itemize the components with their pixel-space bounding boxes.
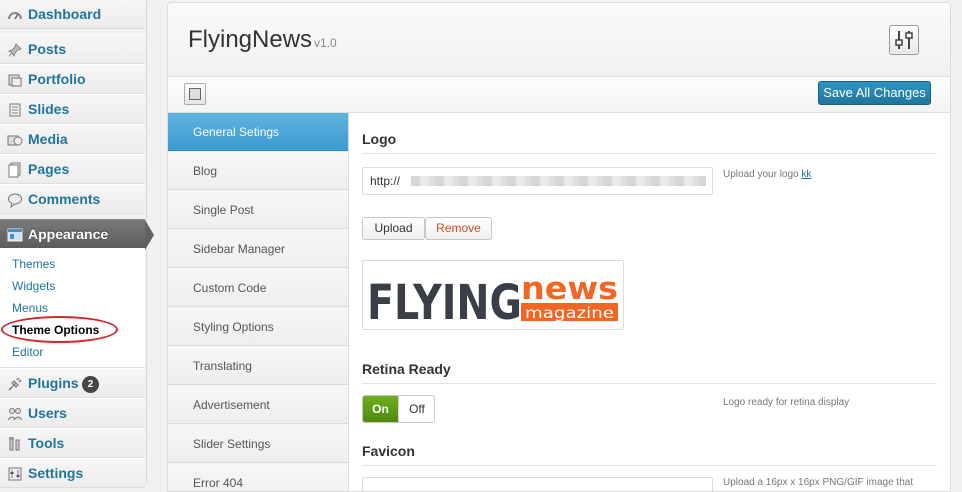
options-tab-label: Translating (193, 359, 252, 373)
menu-label: Comments (28, 191, 101, 207)
options-tab-translating[interactable]: Translating (168, 347, 348, 385)
section-title-favicon: Favicon (362, 443, 415, 459)
section-divider (362, 465, 937, 466)
retina-help-text: Logo ready for retina display (723, 397, 850, 408)
menu-item-dashboard[interactable]: Dashboard (0, 0, 145, 29)
options-tab-custom-code[interactable]: Custom Code (168, 269, 348, 307)
submenu-item-editor[interactable]: Editor (12, 345, 43, 359)
menu-item-media[interactable]: Media (0, 124, 145, 154)
menu-item-comments[interactable]: Comments (0, 184, 145, 214)
menu-label: Dashboard (28, 6, 102, 22)
pushpin-icon (8, 43, 22, 57)
toggle-on[interactable]: On (363, 396, 398, 422)
highlight-circle (1, 316, 118, 343)
menu-item-slides[interactable]: Slides (0, 94, 145, 124)
options-tab-single-post[interactable]: Single Post (168, 191, 348, 229)
menu-item-portfolio[interactable]: Portfolio (0, 64, 145, 94)
tools-icon (9, 437, 20, 451)
logo-word-magazine: magazine (525, 304, 614, 322)
options-tab-styling[interactable]: Styling Options (168, 308, 348, 346)
version-label: v1.0 (314, 36, 337, 50)
logo-word-news: news (521, 271, 618, 307)
window-icon (189, 88, 201, 100)
collapse-toggle-button[interactable] (184, 83, 206, 105)
admin-sidebar: Dashboard Posts Portfolio Slides Media P… (0, 0, 154, 488)
options-tab-label: Single Post (193, 203, 254, 217)
options-tab-label: Error 404 (193, 476, 244, 490)
update-count-badge: 2 (82, 376, 99, 393)
menu-label: Appearance (28, 226, 109, 242)
menu-label: Pages (28, 161, 70, 177)
slides-icon (9, 103, 21, 117)
theme-options-panel: FlyingNews v1.0 Save All Changes General… (167, 2, 951, 492)
options-tab-label: Advertisement (193, 398, 270, 412)
favicon-url-input[interactable] (362, 477, 713, 491)
menu-item-pages[interactable]: Pages (0, 154, 145, 184)
media-icon (7, 135, 23, 146)
options-tab-error-404[interactable]: Error 404 (168, 464, 348, 491)
appearance-submenu: Themes Widgets Menus Theme Options Edito… (0, 248, 145, 368)
options-tab-label: Slider Settings (193, 437, 271, 451)
upload-button[interactable]: Upload (362, 217, 425, 240)
page-title: FlyingNews (188, 26, 313, 53)
section-divider (362, 153, 937, 154)
logo-preview-image: FLYING news magazine (362, 260, 624, 331)
menu-label: Tools (28, 435, 65, 451)
logo-help-link[interactable]: kk (801, 169, 811, 180)
options-tab-general[interactable]: General Setings (168, 113, 348, 151)
menu-item-settings[interactable]: Settings (0, 458, 145, 488)
menu-item-appearance[interactable]: Appearance (0, 219, 154, 250)
submenu-item-widgets[interactable]: Widgets (12, 279, 55, 293)
options-tab-sidebar-manager[interactable]: Sidebar Manager (168, 230, 348, 268)
users-icon (7, 408, 23, 421)
submenu-item-menus[interactable]: Menus (12, 301, 48, 315)
settings-sliders-icon (889, 25, 919, 55)
options-tab-blog[interactable]: Blog (168, 152, 348, 190)
menu-item-tools[interactable]: Tools (0, 428, 145, 458)
panel-header: FlyingNews v1.0 (168, 3, 950, 77)
portfolio-icon (8, 74, 22, 87)
options-tab-label: Styling Options (193, 320, 274, 334)
save-all-changes-button[interactable]: Save All Changes (818, 81, 931, 105)
appearance-icon (7, 228, 23, 242)
logo-word-flying: FLYING (367, 275, 522, 329)
logo-help-text: Upload your logo kk (723, 169, 811, 180)
menu-label: Plugins (28, 375, 79, 391)
panel-toolbar: Save All Changes (168, 77, 950, 113)
section-title-logo: Logo (362, 131, 397, 147)
options-tab-advertisement[interactable]: Advertisement (168, 386, 348, 424)
pages-icon (8, 162, 21, 178)
menu-item-posts[interactable]: Posts (0, 34, 145, 64)
options-tab-slider-settings[interactable]: Slider Settings (168, 425, 348, 463)
options-tab-label: Sidebar Manager (193, 242, 286, 256)
options-tab-label: General Setings (193, 125, 280, 139)
submenu-item-themes[interactable]: Themes (12, 257, 55, 271)
retina-toggle[interactable]: On Off (362, 395, 435, 423)
remove-button[interactable]: Remove (425, 217, 492, 240)
plugins-icon (8, 377, 22, 391)
options-nav: General Setings Blog Single Post Sidebar… (168, 113, 349, 491)
menu-item-plugins[interactable]: Plugins 2 (0, 368, 145, 398)
dashboard-icon (8, 12, 22, 20)
settings-icon (8, 467, 22, 481)
options-tab-label: Blog (193, 164, 218, 178)
menu-item-users[interactable]: Users (0, 398, 145, 428)
logo-url-input[interactable]: http:// (362, 167, 713, 195)
menu-label: Posts (28, 41, 67, 57)
menu-label: Settings (28, 465, 84, 481)
logo-url-value: http:// (370, 174, 401, 188)
options-tab-label: Custom Code (193, 281, 267, 295)
section-title-retina: Retina Ready (362, 361, 451, 377)
menu-label: Users (28, 405, 67, 421)
menu-label: Slides (28, 101, 70, 117)
menu-label: Portfolio (28, 71, 86, 87)
logo-help-label: Upload your logo (723, 169, 799, 180)
comments-icon (8, 193, 22, 208)
section-divider (362, 383, 937, 384)
toggle-off[interactable]: Off (398, 396, 434, 422)
menu-label: Media (28, 131, 68, 147)
redacted-url (411, 176, 706, 186)
